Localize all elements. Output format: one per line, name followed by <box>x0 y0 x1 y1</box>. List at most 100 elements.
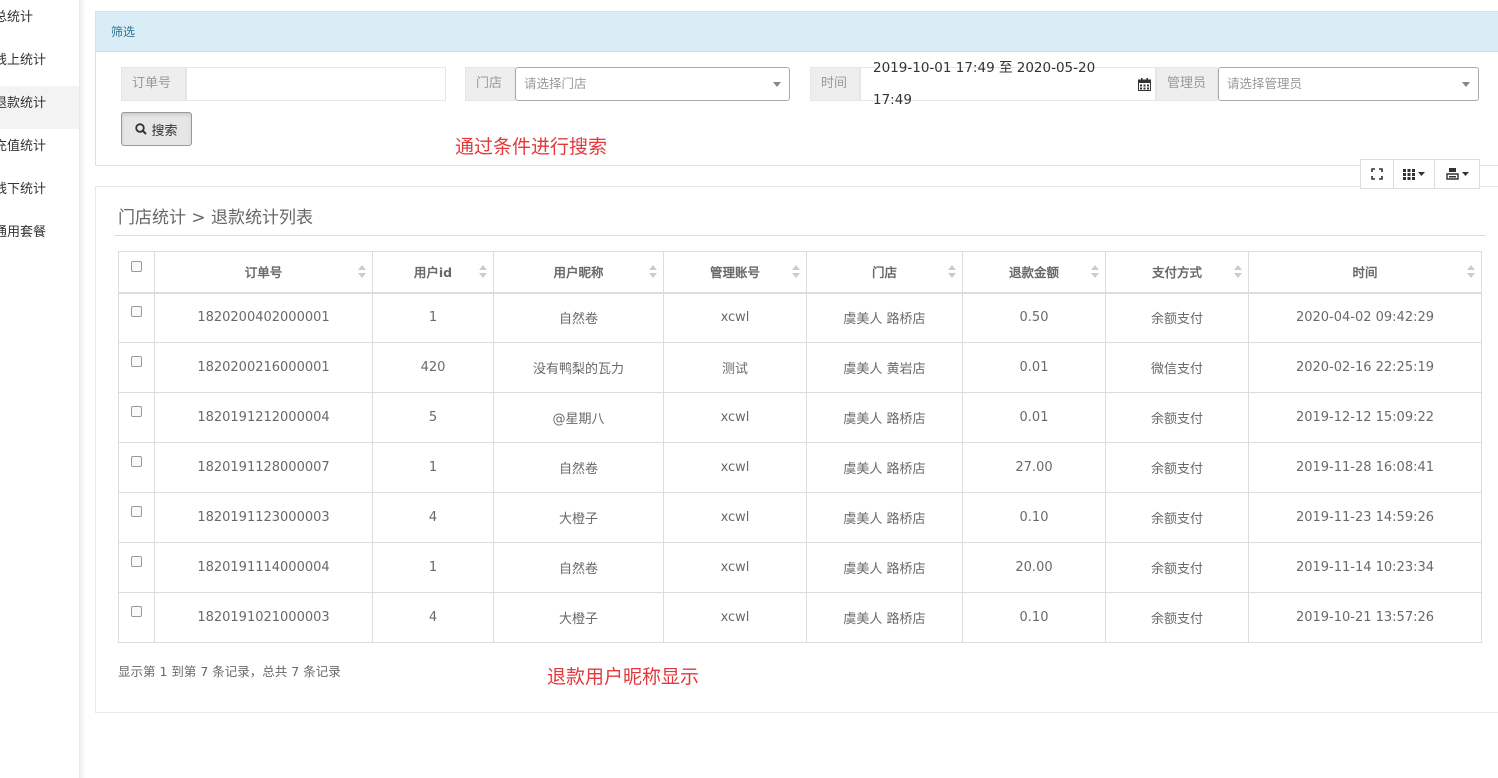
cell-nickname: @星期八 <box>493 392 664 443</box>
cell-nickname: 自然卷 <box>493 442 664 493</box>
admin-select-placeholder: 请选择管理员 <box>1227 76 1303 91</box>
cell-store: 虞美人 黄岩店 <box>806 342 963 393</box>
cell-order: 1820191128000007 <box>154 442 373 493</box>
cell-nickname: 大橙子 <box>493 492 664 543</box>
cell-user-id: 4 <box>372 592 494 643</box>
cell-user-id: 4 <box>372 492 494 543</box>
cell-amount: 20.00 <box>962 542 1106 593</box>
sort-icon <box>948 265 956 279</box>
sidebar-item-label: 退款统计 <box>0 96 47 111</box>
column-header-payment[interactable]: 支付方式 <box>1105 251 1249 293</box>
cell-amount: 0.01 <box>962 392 1106 443</box>
export-button[interactable] <box>1434 159 1480 189</box>
row-checkbox[interactable] <box>131 456 142 467</box>
chevron-down-icon <box>1462 82 1470 87</box>
filter-panel: 筛选 订单号 门店 请选择门店 时间 2019-10-01 17:49 至 20… <box>95 11 1498 166</box>
sidebar-shadow <box>80 0 86 778</box>
column-header-time[interactable]: 时间 <box>1248 251 1482 293</box>
chevron-down-icon <box>773 82 781 87</box>
store-select[interactable]: 请选择门店 <box>515 67 790 101</box>
date-range-input[interactable]: 2019-10-01 17:49 至 2020-05-20 17:49 <box>860 60 1156 108</box>
sidebar-item-label: 线下统计 <box>0 182 47 197</box>
cell-order: 1820191021000003 <box>154 592 373 643</box>
divider <box>114 235 1486 236</box>
table-toolbar <box>1360 159 1480 189</box>
cell-admin: xcwl <box>663 392 807 443</box>
store-select-placeholder: 请选择门店 <box>524 76 587 91</box>
fullscreen-button[interactable] <box>1360 159 1394 189</box>
sidebar-item-label: 总统计 <box>0 10 34 25</box>
columns-button[interactable] <box>1393 159 1435 189</box>
sidebar-item-package[interactable]: 通用套餐 <box>0 215 79 258</box>
row-checkbox[interactable] <box>131 306 142 318</box>
cell-time: 2019-11-23 14:59:26 <box>1248 492 1482 543</box>
sidebar-item-offline[interactable]: 线下统计 <box>0 172 79 215</box>
column-header-label: 用户昵称 <box>553 265 604 281</box>
column-header-user-id[interactable]: 用户id <box>372 251 494 293</box>
admin-select[interactable]: 请选择管理员 <box>1218 67 1479 101</box>
column-header-amount[interactable]: 退款金额 <box>962 251 1106 293</box>
table-header-row: 订单号 用户id 用户昵称 管理账号 门店 退款金额 支付方式 时间 <box>118 251 1482 293</box>
search-button-label: 搜索 <box>151 123 178 139</box>
cell-payment: 余额支付 <box>1105 292 1249 343</box>
filter-title: 筛选 <box>96 12 1498 52</box>
column-header-order[interactable]: 订单号 <box>154 251 373 293</box>
chevron-down-icon <box>1418 172 1425 176</box>
cell-store: 虞美人 路桥店 <box>806 542 963 593</box>
sidebar-item-online[interactable]: 线上统计 <box>0 43 79 86</box>
cell-store: 虞美人 路桥店 <box>806 492 963 543</box>
cell-user-id: 5 <box>372 392 494 443</box>
store-group: 门店 请选择门店 <box>465 67 790 101</box>
sidebar-item-recharge[interactable]: 充值统计 <box>0 129 79 172</box>
cell-admin: 测试 <box>663 342 807 393</box>
column-header-label: 用户id <box>413 265 453 281</box>
column-header-store[interactable]: 门店 <box>806 251 963 293</box>
table-row: 1820200402000001 1 自然卷 xcwl 虞美人 路桥店 0.50… <box>118 292 1482 343</box>
cell-admin: xcwl <box>663 492 807 543</box>
search-annotation: 通过条件进行搜索 <box>455 136 608 158</box>
order-number-group: 订单号 <box>121 67 446 101</box>
column-header-label: 管理账号 <box>709 265 760 281</box>
sort-icon <box>1091 265 1099 279</box>
list-panel: 门店统计 > 退款统计列表 订单号 用户id 用户昵称 管理账号 门店 退款金额… <box>95 186 1498 713</box>
cell-admin: xcwl <box>663 442 807 493</box>
row-checkbox[interactable] <box>131 556 142 567</box>
row-checkbox[interactable] <box>131 406 142 417</box>
column-header-label: 时间 <box>1352 265 1378 281</box>
search-button[interactable]: 搜索 <box>121 112 192 146</box>
sidebar-item-refund[interactable]: 退款统计 <box>0 86 79 129</box>
calendar-icon <box>1138 77 1151 91</box>
sort-icon <box>1467 265 1475 279</box>
cell-store: 虞美人 路桥店 <box>806 592 963 643</box>
cell-amount: 27.00 <box>962 442 1106 493</box>
row-checkbox[interactable] <box>131 506 142 517</box>
cell-amount: 0.10 <box>962 592 1106 643</box>
column-header-admin[interactable]: 管理账号 <box>663 251 807 293</box>
cell-time: 2020-04-02 09:42:29 <box>1248 292 1482 343</box>
cell-user-id: 1 <box>372 292 494 343</box>
row-checkbox[interactable] <box>131 606 142 617</box>
breadcrumb: 门店统计 > 退款统计列表 <box>118 208 314 228</box>
row-select-cell <box>118 592 155 643</box>
columns-icon <box>1403 168 1415 180</box>
row-select-cell <box>118 392 155 443</box>
row-checkbox[interactable] <box>131 356 142 367</box>
cell-payment: 余额支付 <box>1105 492 1249 543</box>
cell-order: 1820191114000004 <box>154 542 373 593</box>
column-header-nickname[interactable]: 用户昵称 <box>493 251 664 293</box>
sidebar-item-label: 通用套餐 <box>0 225 47 240</box>
admin-label: 管理员 <box>1156 67 1218 101</box>
search-icon <box>135 123 148 135</box>
cell-admin: xcwl <box>663 542 807 593</box>
cell-nickname: 没有鸭梨的瓦力 <box>493 342 664 393</box>
sidebar: 总统计 线上统计 退款统计 充值统计 线下统计 通用套餐 <box>0 0 80 778</box>
select-all-checkbox[interactable] <box>131 261 142 273</box>
table-row: 1820191123000003 4 大橙子 xcwl 虞美人 路桥店 0.10… <box>118 492 1482 543</box>
order-number-input[interactable] <box>186 67 446 101</box>
nickname-annotation: 退款用户昵称显示 <box>547 666 700 688</box>
table-row: 1820191114000004 1 自然卷 xcwl 虞美人 路桥店 20.0… <box>118 542 1482 593</box>
cell-payment: 余额支付 <box>1105 442 1249 493</box>
row-select-cell <box>118 342 155 393</box>
cell-nickname: 自然卷 <box>493 542 664 593</box>
sidebar-item-total[interactable]: 总统计 <box>0 0 79 43</box>
